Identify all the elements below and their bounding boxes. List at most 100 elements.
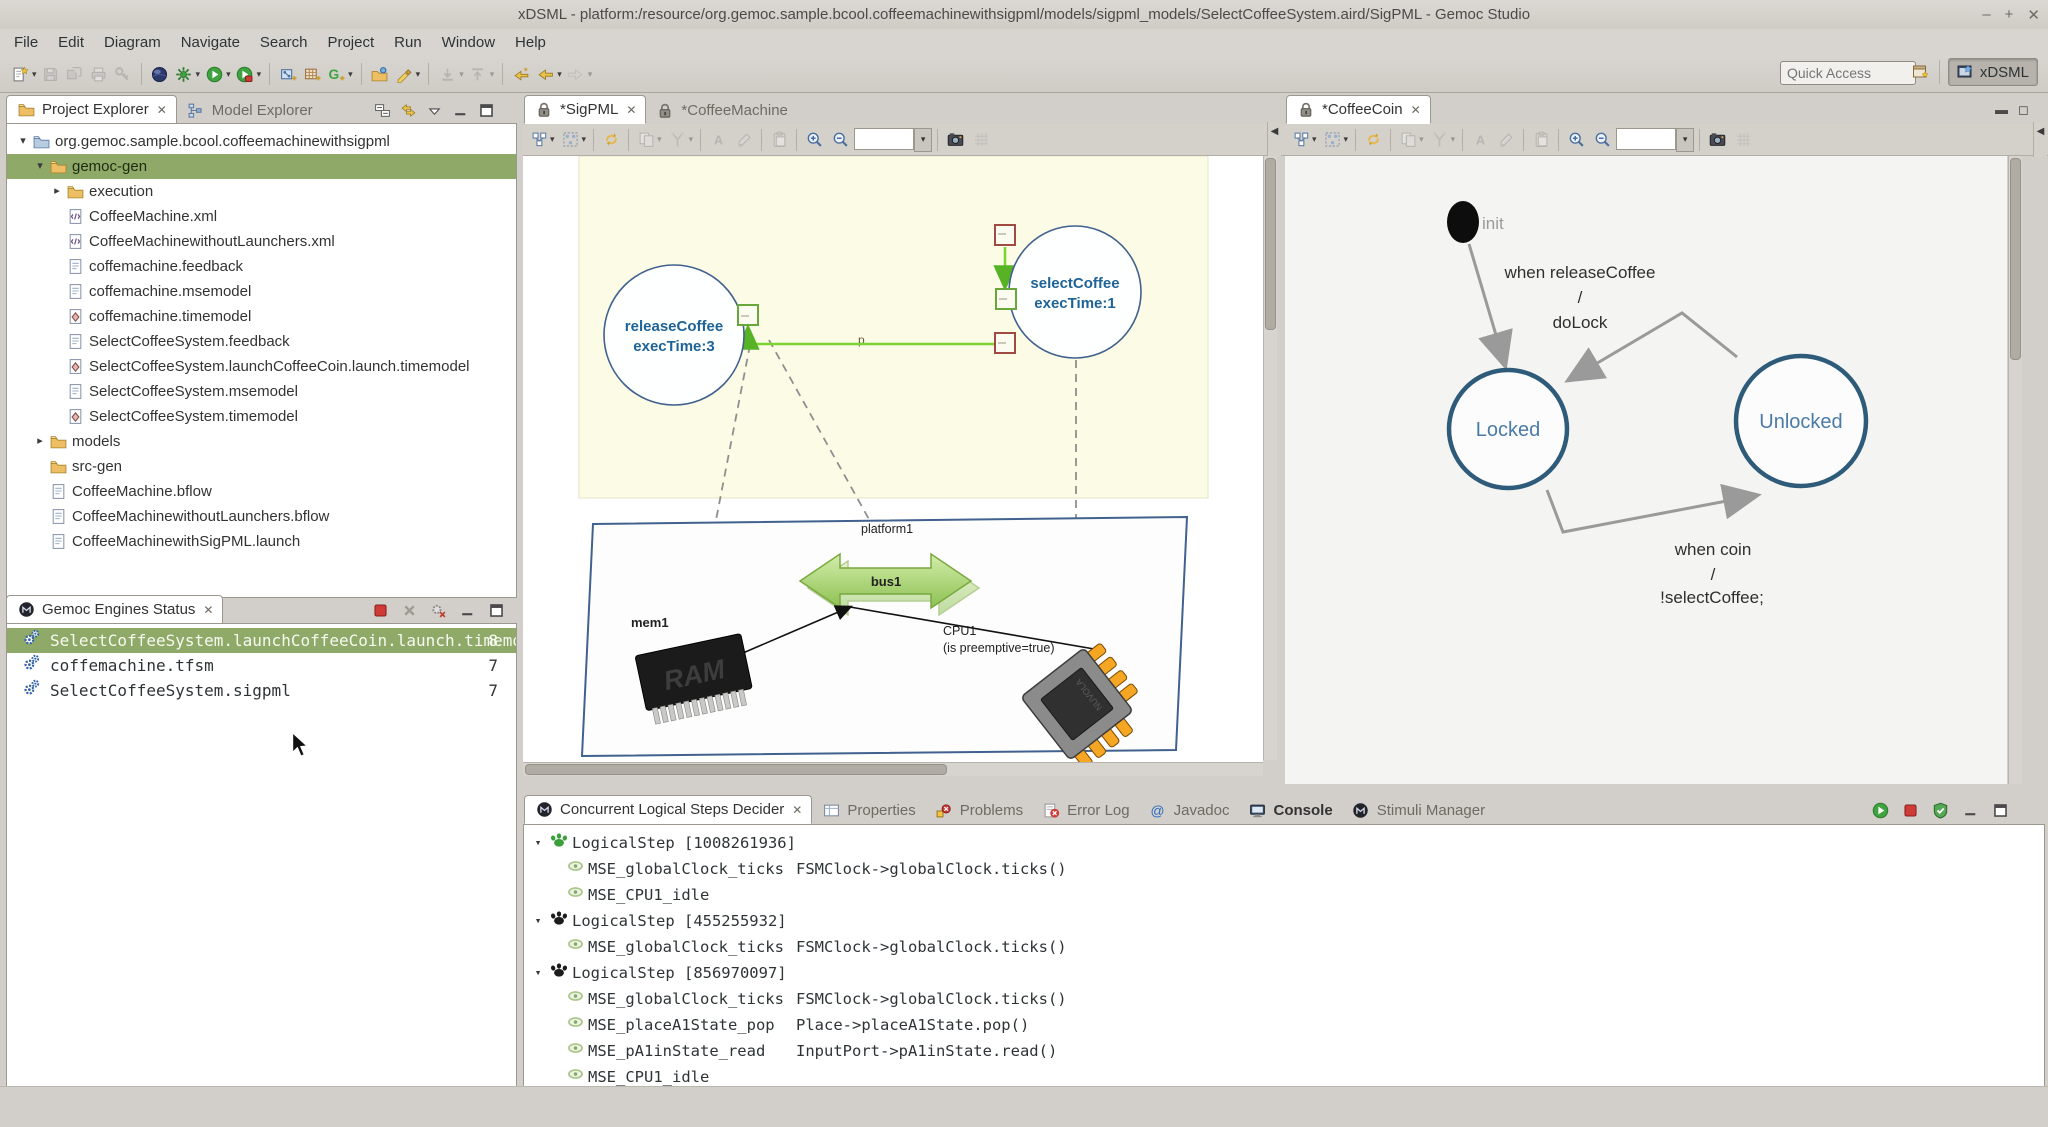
tree-item-selectcoffeesystem-launchcoffeecoin-launch-timemodel[interactable]: SelectCoffeeSystem.launchCoffeeCoin.laun… xyxy=(7,354,516,379)
menu-navigate[interactable]: Navigate xyxy=(171,32,250,53)
tree-item-coffeemachinewithoutlaunchers-xml[interactable]: CoffeeMachinewithoutLaunchers.xml xyxy=(7,229,516,254)
chevron-down-icon[interactable]: ▾ xyxy=(557,69,562,80)
maximize-icon[interactable] xyxy=(1990,800,2010,820)
menu-run[interactable]: Run xyxy=(384,32,432,53)
tree-item-selectcoffeesystem-feedback[interactable]: SelectCoffeeSystem.feedback xyxy=(7,329,516,354)
maximize-window-icon[interactable]: + xyxy=(2005,6,2014,23)
close-icon[interactable]: ✕ xyxy=(157,103,167,117)
tree-item-coffeemachinewithoutlaunchers-bflow[interactable]: CoffeeMachinewithoutLaunchers.bflow xyxy=(7,504,516,529)
view-menu-icon[interactable] xyxy=(424,100,444,120)
tab-gemoc-engines-status[interactable]: Gemoc Engines Status ✕ xyxy=(6,595,223,624)
close-icon[interactable]: ✕ xyxy=(1411,103,1421,117)
tree-item-coffeemachinewithsigpml-launch[interactable]: CoffeeMachinewithSigPML.launch xyxy=(7,529,516,554)
menu-window[interactable]: Window xyxy=(432,32,505,53)
mse-event-row[interactable]: MSE_globalClock_ticksFSMClock->globalClo… xyxy=(524,934,2044,960)
tab-project-explorer[interactable]: Project Explorer ✕ xyxy=(6,95,177,124)
mark-occurrences-button[interactable]: ▾ xyxy=(392,61,423,87)
menu-edit[interactable]: Edit xyxy=(48,32,94,53)
perspective-xdsml-button[interactable]: xDSML xyxy=(1948,58,2038,86)
tree-item-gemoc-gen[interactable]: ▾gemoc-gen xyxy=(7,154,516,179)
close-icon[interactable]: ✕ xyxy=(626,103,636,117)
layout-button[interactable]: ▾ xyxy=(1289,128,1319,152)
new-wizard-button[interactable]: ▾ xyxy=(8,61,39,87)
twisty-icon[interactable]: ▾ xyxy=(15,129,31,154)
menu-diagram[interactable]: Diagram xyxy=(94,32,171,53)
last-edit-button[interactable] xyxy=(509,61,533,87)
actor-releasecoffee[interactable] xyxy=(604,265,744,405)
chevron-down-icon[interactable]: ▾ xyxy=(226,69,231,80)
zoom-in-button[interactable] xyxy=(802,128,826,152)
new-diagram-button[interactable] xyxy=(276,61,300,87)
logical-step-row[interactable]: ▾LogicalStep [856970097] xyxy=(524,960,2044,986)
tab-sigpml[interactable]: *SigPML ✕ xyxy=(524,95,646,124)
mse-event-row[interactable]: MSE_pA1inState_readInputPort->pA1inState… xyxy=(524,1038,2044,1064)
close-icon[interactable]: ✕ xyxy=(792,803,802,817)
tree-item-coffemachine-msemodel[interactable]: coffemachine.msemodel xyxy=(7,279,516,304)
coffeecoin-diagram-canvas[interactable]: init when releaseCoffee / doLock Locked … xyxy=(1285,156,2007,784)
layout-button[interactable]: ▾ xyxy=(527,128,557,152)
initial-state[interactable] xyxy=(1447,201,1479,243)
sigpml-diagram-canvas[interactable]: p releaseCoffee execTime:3 selectCoffee … xyxy=(523,156,1263,763)
disconnect-icon[interactable] xyxy=(428,600,448,620)
chevron-down-icon[interactable]: ▾ xyxy=(416,69,421,80)
zoom-level-combo[interactable]: ▾ xyxy=(854,128,932,152)
tab-problems[interactable]: Problems xyxy=(925,797,1032,824)
filters-button[interactable]: ▾ xyxy=(1321,128,1351,152)
tree-item-src-gen[interactable]: src-gen xyxy=(7,454,516,479)
engine-row[interactable]: coffemachine.tfsm7 xyxy=(7,653,516,678)
zoom-level-combo[interactable]: ▾ xyxy=(1616,128,1694,152)
mse-event-row[interactable]: MSE_globalClock_ticksFSMClock->globalClo… xyxy=(524,986,2044,1012)
tab-concurrent-logical-steps-decider[interactable]: Concurrent Logical Steps Decider✕ xyxy=(524,795,812,824)
back-button[interactable]: ▾ xyxy=(533,61,564,87)
palette-collapse-icon[interactable]: ◀ xyxy=(1267,122,1281,157)
zoom-out-button[interactable] xyxy=(828,128,852,152)
chevron-down-icon[interactable]: ▾ xyxy=(348,69,353,80)
collapse-all-icon[interactable] xyxy=(372,100,392,120)
engine-row[interactable]: SelectCoffeeSystem.sigpml7 xyxy=(7,678,516,703)
quick-access-input[interactable] xyxy=(1780,61,1916,85)
refresh-button[interactable] xyxy=(1361,128,1385,152)
new-interpreter-button[interactable]: G▾ xyxy=(324,61,355,87)
menu-search[interactable]: Search xyxy=(250,32,318,53)
minimize-window-icon[interactable]: – xyxy=(1982,6,1990,23)
minimize-icon[interactable] xyxy=(450,100,470,120)
close-window-icon[interactable]: ✕ xyxy=(2027,6,2040,24)
sphere-button[interactable] xyxy=(148,61,172,87)
remove-icon[interactable] xyxy=(399,600,419,620)
run-icon[interactable] xyxy=(1870,800,1890,820)
image-export-button[interactable] xyxy=(1705,128,1729,152)
image-export-button[interactable] xyxy=(943,128,967,152)
run-button[interactable]: ▾ xyxy=(202,61,233,87)
debug-button[interactable]: ▾ xyxy=(233,61,264,87)
filters-button[interactable]: ▾ xyxy=(559,128,589,152)
logical-step-row[interactable]: ▾LogicalStep [1008261936] xyxy=(524,830,2044,856)
sigpml-horizontal-scrollbar[interactable] xyxy=(523,762,1263,776)
tree-item-models[interactable]: ▸models xyxy=(7,429,516,454)
mse-event-row[interactable]: MSE_CPU1_idle xyxy=(524,882,2044,908)
maximize-icon[interactable] xyxy=(476,100,496,120)
zoom-in-button[interactable] xyxy=(1564,128,1588,152)
tree-item-coffeemachine-bflow[interactable]: CoffeeMachine.bflow xyxy=(7,479,516,504)
chevron-down-icon[interactable]: ▾ xyxy=(32,69,37,80)
sigpml-vertical-scrollbar[interactable] xyxy=(1263,156,1277,760)
tab-coffeecoin[interactable]: *CoffeeCoin ✕ xyxy=(1286,95,1431,124)
tab-console[interactable]: Console xyxy=(1239,797,1342,824)
menu-file[interactable]: File xyxy=(4,32,48,53)
open-perspective-icon[interactable] xyxy=(1911,62,1931,82)
actor-selectcoffee[interactable] xyxy=(1009,226,1141,358)
tab-model-explorer[interactable]: Model Explorer xyxy=(177,97,322,124)
tree-item-coffemachine-feedback[interactable]: coffemachine.feedback xyxy=(7,254,516,279)
shield-icon[interactable] xyxy=(1930,800,1950,820)
stop-icon[interactable] xyxy=(1900,800,1920,820)
close-icon[interactable]: ✕ xyxy=(203,603,213,617)
engine-row[interactable]: SelectCoffeeSystem.launchCoffeeCoin.laun… xyxy=(7,628,516,653)
editor-minmax[interactable]: ▬◻ xyxy=(1995,102,2029,118)
open-folder-button[interactable] xyxy=(368,61,392,87)
chevron-down-icon[interactable]: ▾ xyxy=(257,69,262,80)
tree-item-org-gemoc-sample-bcool-coffeemachinewithsigpml[interactable]: ▾org.gemoc.sample.bcool.coffeemachinewit… xyxy=(7,129,516,154)
logical-step-row[interactable]: ▾LogicalStep [455255932] xyxy=(524,908,2044,934)
external-tools-button[interactable]: ▾ xyxy=(172,61,203,87)
tab-stimuli-manager[interactable]: Stimuli Manager xyxy=(1342,797,1494,824)
menu-project[interactable]: Project xyxy=(317,32,384,53)
minimize-icon[interactable] xyxy=(1960,800,1980,820)
